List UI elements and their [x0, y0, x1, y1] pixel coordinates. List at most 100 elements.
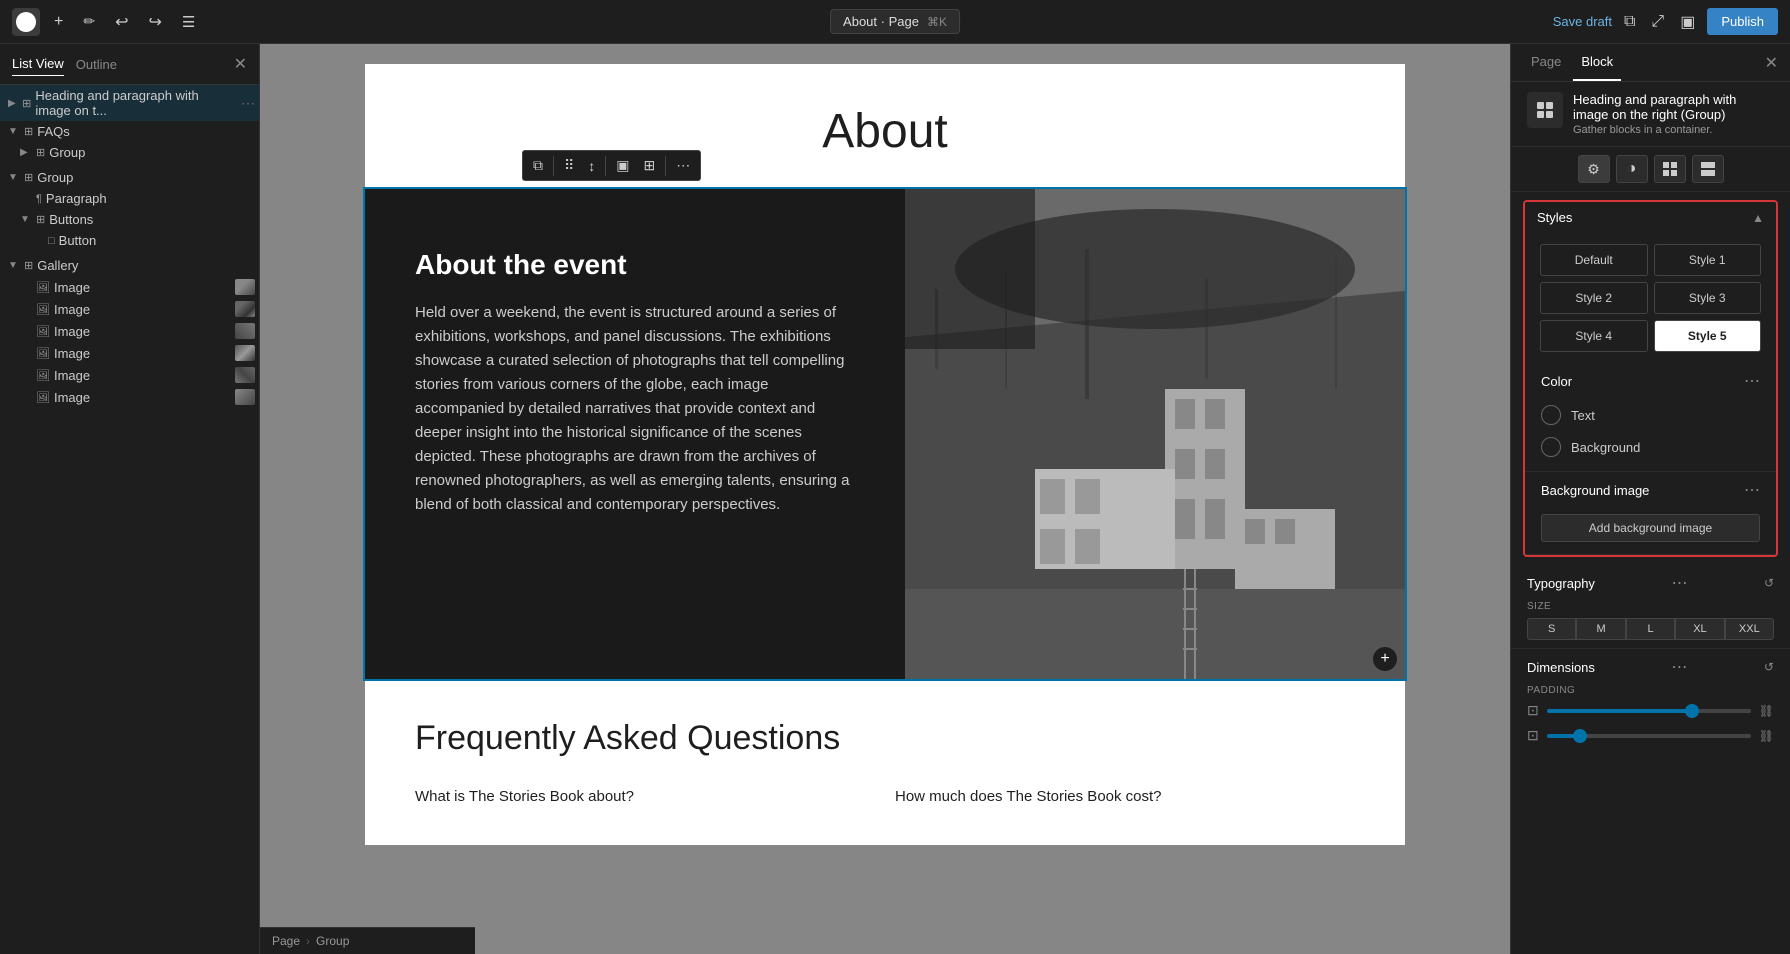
size-xl-btn[interactable]: XL	[1675, 618, 1724, 640]
padding-link-btn-2[interactable]: ⛓	[1759, 729, 1774, 743]
typography-more-btn[interactable]: ⋯	[1671, 573, 1687, 593]
undo-btn[interactable]: ↩	[109, 8, 134, 36]
group-icon: ⊞	[24, 171, 33, 184]
tree-item-image-1[interactable]: ▶ 🖼 Image	[0, 276, 259, 298]
tab-page[interactable]: Page	[1523, 44, 1569, 81]
color-background-row[interactable]: Background	[1541, 431, 1760, 463]
styles-header: Styles ▲	[1525, 202, 1776, 233]
resize-btn[interactable]: ⤢	[1647, 9, 1668, 35]
sidebar-close-button[interactable]: ✕	[234, 54, 247, 74]
layout-full-btn[interactable]	[1692, 155, 1724, 183]
right-actions: Save draft ⧉ ⤢ ▣ Publish	[1553, 8, 1778, 36]
style-option-4[interactable]: Style 4	[1540, 320, 1648, 352]
tab-block[interactable]: Block	[1573, 44, 1621, 81]
tree-item-label: Image	[54, 346, 90, 361]
tree-item-buttons[interactable]: ▼ ⊞ Buttons	[0, 209, 259, 230]
bg-image-header: Background image ⋯	[1541, 480, 1760, 500]
image-thumbnail	[235, 367, 255, 383]
faq-item-2: How much does The Stories Book cost?	[895, 788, 1355, 805]
styles-chevron-icon[interactable]: ▲	[1752, 211, 1764, 225]
size-s-btn[interactable]: S	[1527, 618, 1576, 640]
style-option-3[interactable]: Style 3	[1654, 282, 1762, 314]
padding-slider-1[interactable]	[1547, 709, 1751, 713]
size-l-btn[interactable]: L	[1626, 618, 1675, 640]
about-title: About	[822, 105, 947, 158]
padding-slider-2[interactable]	[1547, 734, 1751, 738]
paragraph-icon: ¶	[36, 193, 42, 205]
bg-image-more-btn[interactable]: ⋯	[1744, 480, 1760, 500]
list-view-btn[interactable]: ☰	[176, 9, 201, 35]
drag-handle-btn[interactable]: ⠿	[558, 153, 580, 178]
add-block-canvas-btn[interactable]: +	[1373, 647, 1397, 671]
canvas-area[interactable]: ⧉ ⠿ ↕ ▣ ⊞ ⋯ About About the event Held o…	[260, 44, 1510, 954]
tree-item-gallery[interactable]: ▼ ⊞ Gallery	[0, 255, 259, 276]
style-option-default[interactable]: Default	[1540, 244, 1648, 276]
button-icon: □	[48, 235, 55, 247]
save-draft-button[interactable]: Save draft	[1553, 14, 1612, 29]
color-text-row[interactable]: Text	[1541, 399, 1760, 431]
view-btn[interactable]: ⧉	[1620, 9, 1639, 35]
hero-text-area: About the event Held over a weekend, the…	[365, 189, 905, 679]
tree-item-heading-paragraph[interactable]: ▶ ⊞ Heading and paragraph with image on …	[0, 85, 259, 121]
panel-close-button[interactable]: ✕	[1765, 53, 1778, 73]
image-thumbnail	[235, 323, 255, 339]
tab-list-view[interactable]: List View	[12, 52, 64, 76]
tools-btn[interactable]: ✏	[77, 9, 101, 34]
tree-item-button[interactable]: ▶ □ Button	[0, 230, 259, 251]
align-btn[interactable]: ▣	[610, 153, 635, 178]
tree-item-options[interactable]: ⋯	[241, 95, 255, 112]
tree-item-paragraph[interactable]: ▶ ¶ Paragraph	[0, 188, 259, 209]
tab-outline[interactable]: Outline	[76, 53, 117, 76]
padding-slider-thumb-2[interactable]	[1573, 729, 1587, 743]
color-more-btn[interactable]: ⋯	[1744, 371, 1760, 391]
tree-item-faqs[interactable]: ▼ ⊞ FAQs	[0, 121, 259, 142]
settings-icon-btn[interactable]: ⚙	[1578, 155, 1610, 183]
tree-item-group2[interactable]: ▼ ⊞ Group	[0, 167, 259, 188]
tree-item-image-3[interactable]: ▶ 🖼 Image	[0, 320, 259, 342]
move-updown-btn[interactable]: ↕	[582, 154, 601, 178]
block-type-btn[interactable]: ⧉	[527, 153, 549, 178]
toolbar-separator	[605, 156, 606, 176]
padding-slider-thumb-1[interactable]	[1685, 704, 1699, 718]
faq-section: Frequently Asked Questions What is The S…	[365, 679, 1405, 845]
faq-item-1: What is The Stories Book about?	[415, 788, 875, 805]
size-m-btn[interactable]: M	[1576, 618, 1625, 640]
dimensions-more-btn[interactable]: ⋯	[1671, 657, 1687, 677]
typography-reset-btn[interactable]: ↺	[1764, 576, 1774, 590]
tree-item-image-5[interactable]: ▶ 🖼 Image	[0, 364, 259, 386]
toolbar-separator	[665, 156, 666, 176]
editor-toggle-btn[interactable]: ▣	[1676, 8, 1699, 36]
tree-item-label: Group	[49, 145, 85, 160]
add-background-image-button[interactable]: Add background image	[1541, 514, 1760, 542]
add-block-inline-btn[interactable]: ⊞	[638, 153, 662, 178]
wp-logo-icon[interactable]	[12, 8, 40, 36]
image-icon: 🖼	[36, 281, 50, 294]
style-option-5[interactable]: Style 5	[1654, 320, 1762, 352]
redo-btn[interactable]: ↪	[142, 8, 167, 36]
more-options-btn[interactable]: ⋯	[670, 153, 696, 178]
image-icon: 🖼	[36, 391, 50, 404]
block-toolbar: ⧉ ⠿ ↕ ▣ ⊞ ⋯	[522, 150, 701, 181]
styles-icon-btn[interactable]: ◑	[1616, 155, 1648, 183]
dimensions-reset-btn[interactable]: ↺	[1764, 660, 1774, 674]
style-option-2[interactable]: Style 2	[1540, 282, 1648, 314]
breadcrumb-group[interactable]: Group	[316, 934, 349, 948]
style-option-1[interactable]: Style 1	[1654, 244, 1762, 276]
padding-link-btn[interactable]: ⛓	[1759, 704, 1774, 718]
buttons-icon: ⊞	[36, 213, 45, 226]
tree-item-image-6[interactable]: ▶ 🖼 Image	[0, 386, 259, 408]
padding-icon-2: ⊡	[1527, 727, 1539, 744]
publish-button[interactable]: Publish	[1707, 8, 1778, 35]
size-xxl-btn[interactable]: XXL	[1725, 618, 1774, 640]
page-title-pill[interactable]: About · Page ⌘K	[830, 9, 960, 34]
tree-item-image-2[interactable]: ▶ 🖼 Image	[0, 298, 259, 320]
hero-block[interactable]: About the event Held over a weekend, the…	[365, 189, 1405, 679]
layout-grid-btn[interactable]	[1654, 155, 1686, 183]
add-block-toolbar-btn[interactable]: +	[48, 9, 69, 35]
tree-item-label: Image	[54, 368, 90, 383]
tree-item-group1[interactable]: ▶ ⊞ Group	[0, 142, 259, 163]
dimensions-section: Dimensions ⋯ ↺ PADDING ⊡ ⛓ ⊡ ⛓	[1511, 649, 1790, 760]
breadcrumb-page[interactable]: Page	[272, 934, 300, 948]
tree-item-image-4[interactable]: ▶ 🖼 Image	[0, 342, 259, 364]
hero-image-svg	[905, 189, 1405, 679]
